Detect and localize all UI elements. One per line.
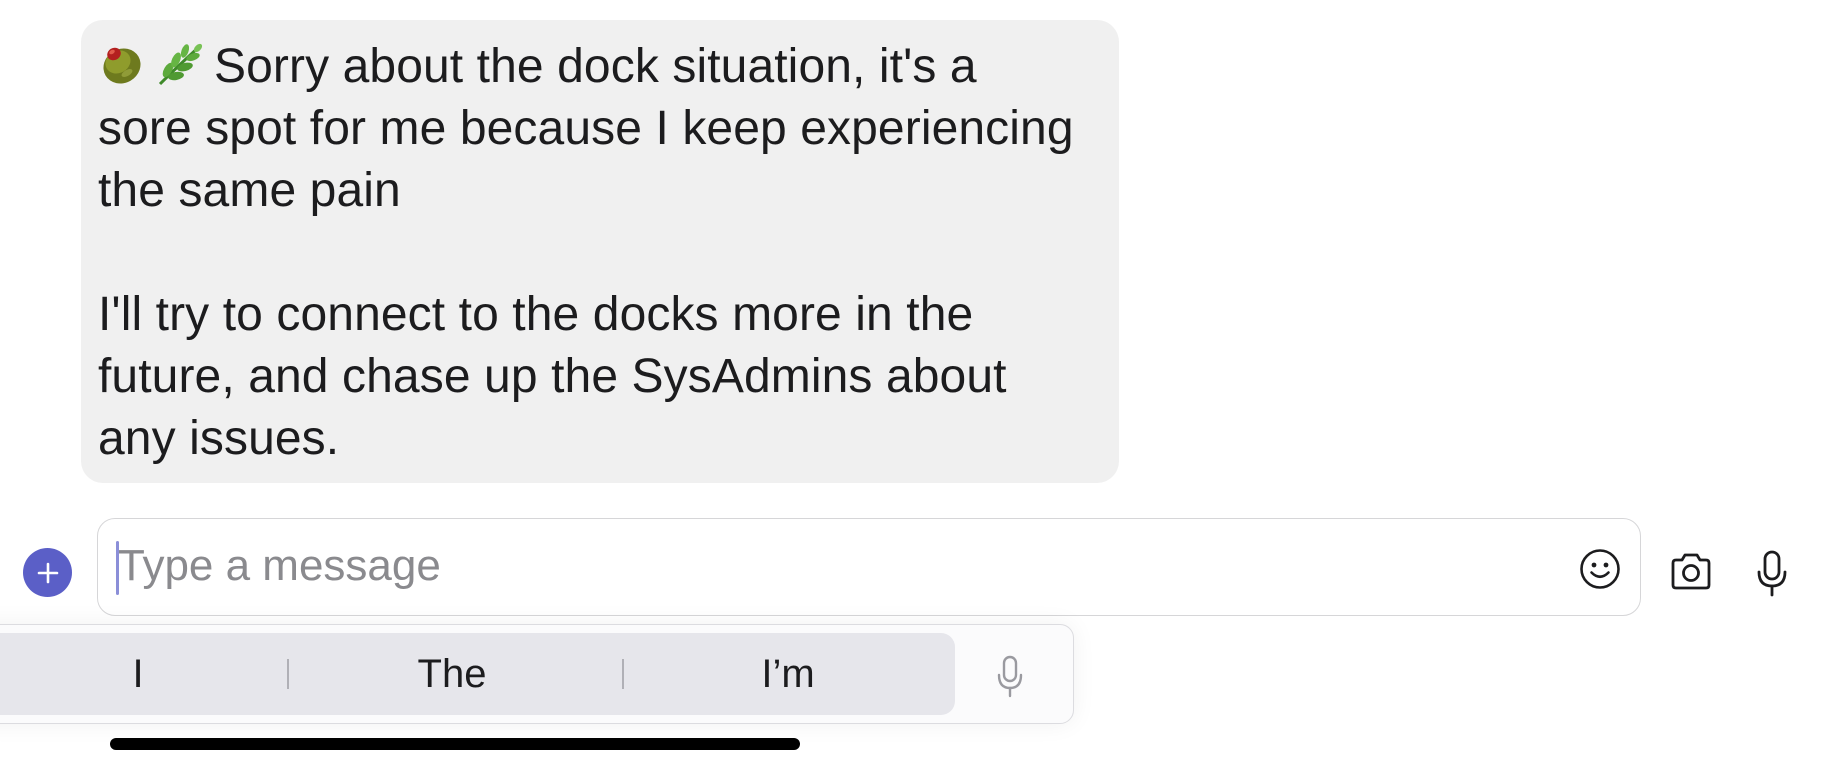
message-line-2: sore spot for me because I keep experien… bbox=[98, 102, 1074, 155]
suggestion-2[interactable]: The bbox=[289, 633, 615, 715]
chat-screen: Sorry about the dock situation, it's a s… bbox=[0, 0, 1821, 765]
suggestion-strip: I The I’m bbox=[0, 633, 955, 715]
predictive-text-bar: I The I’m bbox=[0, 624, 1074, 724]
add-attachment-button[interactable] bbox=[23, 548, 72, 597]
plus-icon bbox=[37, 562, 58, 583]
message-text-1: Sorry about the dock situation, it's a bbox=[214, 40, 977, 93]
message-line-3: the same pain bbox=[98, 164, 401, 217]
home-indicator[interactable] bbox=[110, 738, 800, 750]
herb-emoji bbox=[158, 43, 203, 86]
suggestion-3[interactable]: I’m bbox=[623, 633, 953, 715]
camera-icon[interactable] bbox=[1669, 551, 1713, 593]
dictation-mic-icon[interactable] bbox=[996, 655, 1024, 699]
olive-emoji bbox=[103, 47, 141, 84]
message-line-4: I'll try to connect to the docks more in… bbox=[98, 288, 974, 341]
message-input[interactable] bbox=[116, 533, 1468, 599]
message-line-1: Sorry about the dock situation, it's a bbox=[98, 36, 1099, 98]
text-caret bbox=[116, 541, 119, 595]
message-bubble[interactable]: Sorry about the dock situation, it's a s… bbox=[81, 20, 1119, 483]
suggestion-1[interactable]: I bbox=[1, 633, 275, 715]
message-composer[interactable] bbox=[97, 518, 1641, 616]
microphone-icon[interactable] bbox=[1756, 550, 1788, 598]
message-line-5: future, and chase up the SysAdmins about bbox=[98, 350, 1007, 403]
message-line-6: any issues. bbox=[98, 412, 340, 465]
emoji-icon[interactable] bbox=[1579, 548, 1621, 590]
